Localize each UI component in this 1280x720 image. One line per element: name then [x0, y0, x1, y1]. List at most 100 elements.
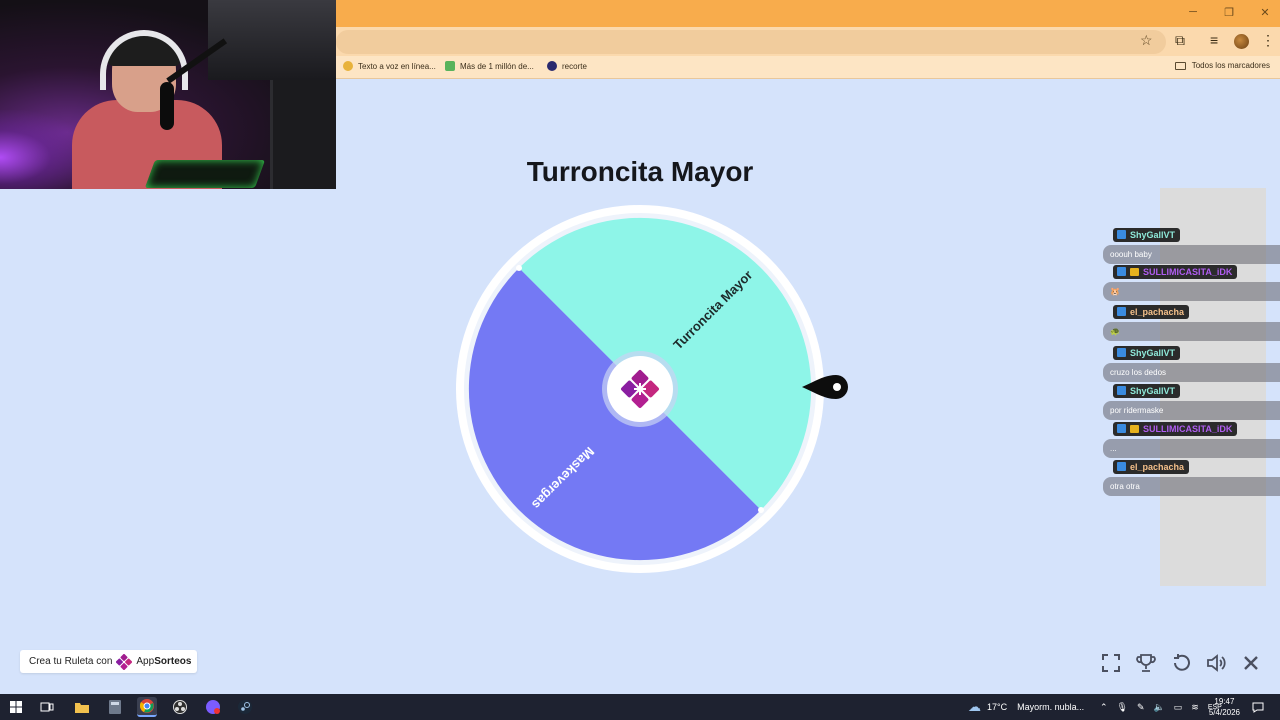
- badge-icon: [1117, 267, 1126, 276]
- media-icon[interactable]: ≡: [1210, 32, 1218, 48]
- chat-message: el_pachacha 🐢: [1103, 303, 1280, 341]
- bookmark-favicon-icon: [547, 61, 557, 71]
- chat-text: 🐢: [1103, 322, 1280, 341]
- rgb-keyboard: [144, 160, 266, 188]
- chat-app-icon[interactable]: [203, 697, 223, 717]
- reset-icon[interactable]: [1170, 652, 1192, 674]
- chrome-icon[interactable]: [137, 697, 157, 717]
- promo-brand-a: App: [136, 656, 155, 667]
- wifi-icon[interactable]: ≋: [1191, 702, 1199, 713]
- appsorteos-promo-link[interactable]: Crea tu Ruleta con AppSorteos: [20, 650, 197, 673]
- webcam-overlay: [0, 0, 336, 189]
- bookmark-item[interactable]: recorte: [547, 61, 587, 71]
- task-view-icon[interactable]: [37, 697, 57, 717]
- appsorteos-logo-icon: [116, 653, 133, 670]
- chat-message: el_pachacha otra otra: [1103, 458, 1280, 496]
- file-explorer-icon[interactable]: [72, 697, 92, 717]
- side-monitor: [270, 80, 336, 189]
- crown-badge-icon: [1130, 424, 1139, 433]
- promo-brand-b: Sorteos: [154, 656, 192, 667]
- chat-username-tag: ShyGallVT: [1113, 227, 1181, 242]
- chat-message: SULLIMICASITA_iDK ...: [1103, 420, 1280, 458]
- windows-taskbar: ☁ 17°C Mayorm. nubla... ⌃ 🎙 ✎ 🔈 ▭ ≋ ESP …: [0, 694, 1280, 720]
- chat-username: ShyGallVT: [1130, 347, 1176, 358]
- minimize-icon[interactable]: ─: [1186, 6, 1200, 19]
- window-controls: ─ ❐ ✕: [1186, 6, 1272, 19]
- promo-brand: AppSorteos: [136, 656, 191, 667]
- microphone-icon[interactable]: 🎙: [1117, 702, 1128, 713]
- badge-icon: [1117, 386, 1126, 395]
- windows-start-icon[interactable]: [6, 697, 26, 717]
- chat-username-tag: ShyGallVT: [1113, 383, 1181, 398]
- badge-icon: [1117, 348, 1126, 357]
- chat-message: ShyGallVT por ridermaske: [1103, 382, 1280, 420]
- chat-text: otra otra: [1103, 477, 1280, 496]
- weather-temp: 17°C: [987, 702, 1008, 712]
- badge-icon: [1117, 424, 1126, 433]
- profile-avatar[interactable]: [1234, 34, 1249, 49]
- volume-icon[interactable]: [1205, 652, 1227, 674]
- chat-username: ShyGallVT: [1130, 229, 1176, 240]
- background-monitor: [208, 0, 336, 80]
- chat-text: 🐹: [1103, 282, 1280, 301]
- chat-text: ...: [1103, 439, 1280, 458]
- bookmark-item[interactable]: Texto a voz en línea...: [343, 61, 436, 71]
- notifications-icon[interactable]: [1252, 694, 1264, 720]
- steam-icon[interactable]: [235, 697, 255, 717]
- address-bar[interactable]: [336, 30, 1166, 54]
- all-bookmarks-folder[interactable]: Todos los marcadores: [1174, 61, 1270, 70]
- extensions-icon[interactable]: ⧉: [1175, 32, 1185, 49]
- system-tray: ⌃ 🎙 ✎ 🔈 ▭ ≋ ESP: [1100, 694, 1222, 720]
- close-icon[interactable]: [1240, 652, 1262, 674]
- badge-icon: [1117, 230, 1126, 239]
- folder-icon: [1174, 61, 1186, 70]
- chevron-up-icon[interactable]: ⌃: [1100, 702, 1108, 713]
- trophy-icon[interactable]: [1135, 652, 1157, 674]
- cloudy-weather-icon: ☁: [968, 699, 981, 714]
- chat-username-tag: el_pachacha: [1113, 459, 1190, 474]
- weather-widget[interactable]: ☁ 17°C Mayorm. nubla...: [968, 694, 1084, 720]
- badge-icon: [1117, 307, 1126, 316]
- chat-username: SULLIMICASITA_iDK: [1143, 423, 1233, 434]
- window-close-icon[interactable]: ✕: [1258, 6, 1272, 19]
- chat-username: el_pachacha: [1130, 306, 1185, 317]
- microphone: [160, 82, 174, 130]
- chat-username-tag: SULLIMICASITA_iDK: [1113, 421, 1238, 436]
- crown-badge-icon: [1130, 267, 1139, 276]
- chat-username-tag: SULLIMICASITA_iDK: [1113, 264, 1238, 279]
- monitor-icon[interactable]: ▭: [1174, 702, 1183, 713]
- wheel-pointer-icon: [802, 375, 848, 399]
- promo-text: Crea tu Ruleta con: [29, 656, 113, 667]
- pen-icon[interactable]: ✎: [1137, 702, 1145, 713]
- chat-username-tag: ShyGallVT: [1113, 345, 1181, 360]
- bookmark-item[interactable]: Más de 1 millón de...: [445, 61, 534, 71]
- menu-icon[interactable]: ⋮: [1261, 32, 1275, 49]
- bookmark-favicon-icon: [343, 61, 353, 71]
- chat-username-tag: el_pachacha: [1113, 304, 1190, 319]
- chat-text: ooouh baby: [1103, 245, 1280, 264]
- bookmark-favicon-icon: [445, 61, 455, 71]
- chat-username: ShyGallVT: [1130, 385, 1176, 396]
- fullscreen-icon[interactable]: [1100, 652, 1122, 674]
- bookmark-star-icon[interactable]: ☆: [1140, 32, 1153, 49]
- restore-icon[interactable]: ❐: [1222, 6, 1236, 19]
- speaker-icon[interactable]: 🔈: [1154, 702, 1165, 713]
- spin-wheel[interactable]: Turroncita Mayor Maskevergas: [456, 205, 824, 573]
- chat-username: el_pachacha: [1130, 461, 1185, 472]
- headphones: [100, 30, 188, 90]
- calculator-icon[interactable]: [105, 697, 125, 717]
- clock-time: 19:47: [1214, 697, 1235, 706]
- chat-text: por ridermaske: [1103, 401, 1280, 420]
- chat-message: ShyGallVT cruzo los dedos: [1103, 344, 1280, 382]
- clock-date: 5/4/2026: [1208, 708, 1240, 717]
- weather-desc: Mayorm. nubla...: [1017, 702, 1085, 712]
- chat-text: cruzo los dedos: [1103, 363, 1280, 382]
- page-title: Turroncita Mayor: [526, 156, 754, 187]
- badge-icon: [1117, 462, 1126, 471]
- chat-username: SULLIMICASITA_iDK: [1143, 266, 1233, 277]
- system-clock[interactable]: 19:47 5/4/2026: [1209, 696, 1240, 718]
- obs-icon[interactable]: [170, 697, 190, 717]
- chat-message: ShyGallVT ooouh baby: [1103, 226, 1280, 264]
- chat-message: SULLIMICASITA_iDK 🐹: [1103, 263, 1280, 301]
- wheel-controls: [1100, 652, 1262, 674]
